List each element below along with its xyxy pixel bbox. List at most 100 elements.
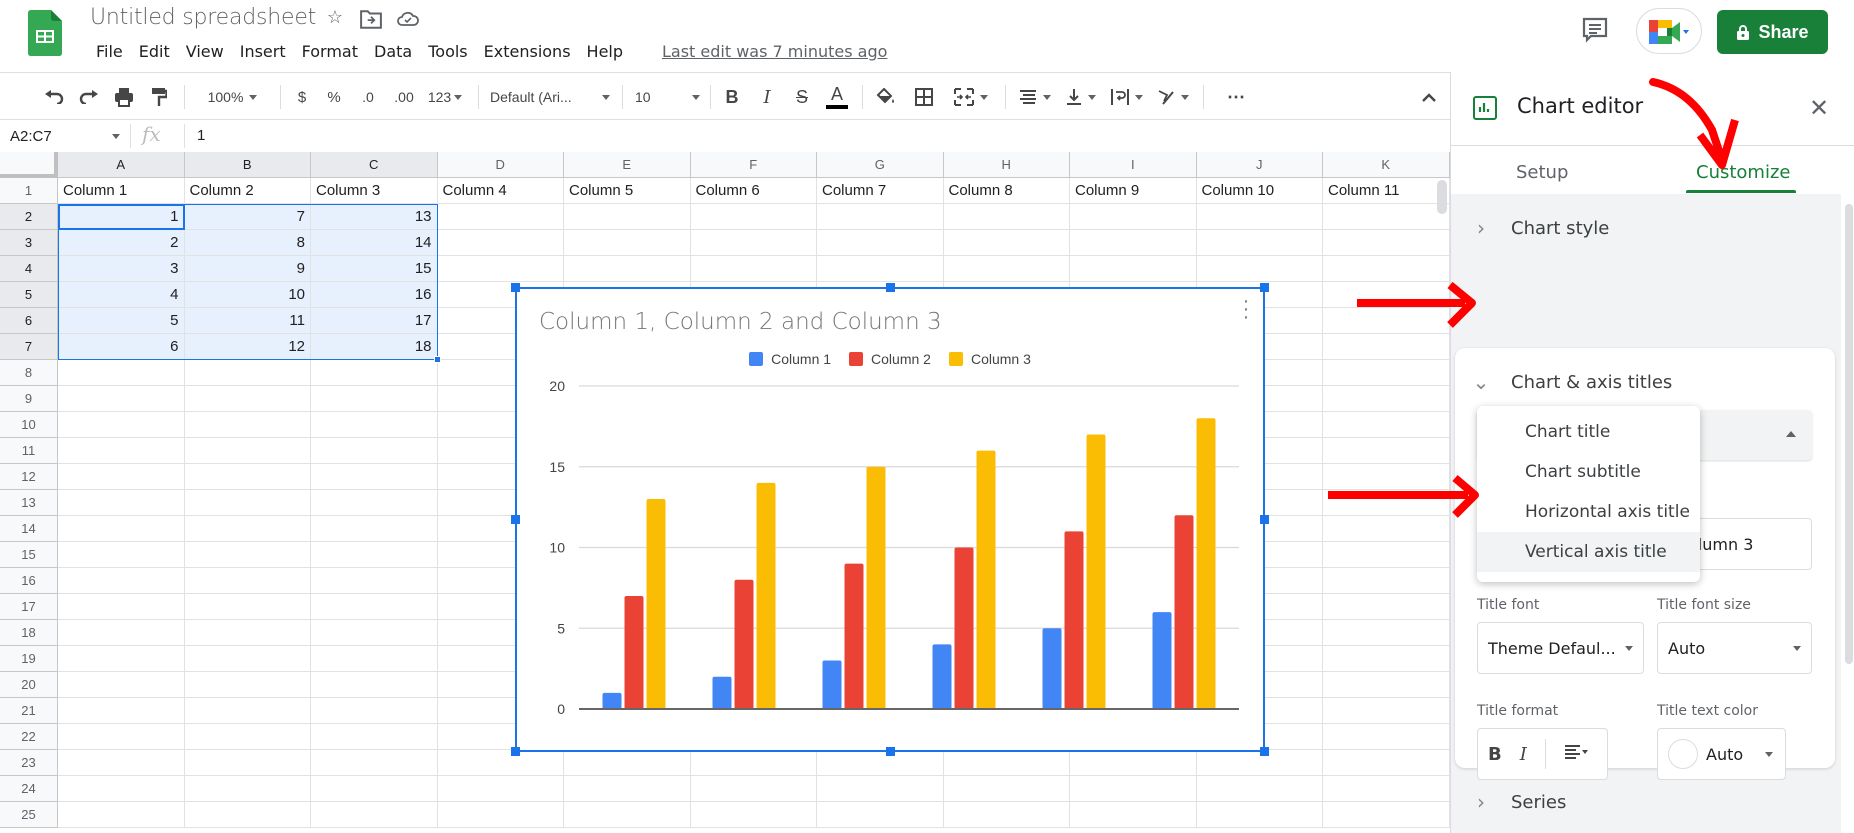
paint-format-icon[interactable] [145, 73, 173, 121]
resize-handle[interactable] [1260, 747, 1269, 756]
cell[interactable] [817, 750, 944, 776]
cell[interactable] [943, 776, 1070, 802]
cell[interactable] [58, 724, 185, 750]
cell[interactable] [1323, 646, 1450, 672]
cell[interactable] [58, 672, 185, 698]
percent-format-button[interactable]: % [322, 73, 346, 121]
row-header[interactable]: 4 [0, 256, 58, 282]
column-header[interactable]: H [943, 152, 1070, 178]
cell[interactable] [311, 724, 438, 750]
cell[interactable]: 3 [58, 256, 185, 282]
cell[interactable] [564, 230, 691, 256]
select-all-corner[interactable] [0, 152, 58, 178]
cell[interactable] [1323, 724, 1450, 750]
cell[interactable] [184, 490, 311, 516]
document-title[interactable]: Untitled spreadsheet [90, 5, 316, 30]
cell[interactable] [690, 750, 817, 776]
cell[interactable] [311, 646, 438, 672]
borders-icon[interactable] [910, 73, 938, 121]
menu-edit[interactable]: Edit [131, 40, 178, 63]
resize-handle[interactable] [511, 747, 520, 756]
row-header[interactable]: 14 [0, 516, 58, 542]
share-button[interactable]: Share [1717, 10, 1828, 54]
cell[interactable]: 16 [311, 282, 438, 308]
currency-format-button[interactable]: $ [290, 73, 314, 121]
column-header[interactable]: A [58, 152, 185, 178]
row-header[interactable]: 10 [0, 412, 58, 438]
cell[interactable] [311, 542, 438, 568]
merge-cells-icon[interactable] [948, 73, 994, 121]
cell[interactable] [184, 646, 311, 672]
column-header[interactable]: E [564, 152, 691, 178]
vertical-scrollbar[interactable] [1437, 180, 1447, 214]
cell[interactable] [311, 594, 438, 620]
cell[interactable] [58, 568, 185, 594]
cell[interactable] [1323, 412, 1450, 438]
cell[interactable] [1323, 568, 1450, 594]
cell[interactable] [58, 412, 185, 438]
zoom-select[interactable]: 100% [195, 73, 270, 121]
horizontal-align-icon[interactable] [1014, 73, 1056, 121]
cell[interactable]: 13 [311, 204, 438, 230]
cell[interactable] [564, 802, 691, 828]
cell[interactable] [564, 776, 691, 802]
chart-more-icon[interactable]: · · · [1241, 291, 1251, 327]
cell[interactable]: 14 [311, 230, 438, 256]
cell[interactable] [1323, 620, 1450, 646]
column-header[interactable]: C [311, 152, 438, 178]
title-align-icon[interactable] [1564, 744, 1588, 764]
bold-button[interactable]: B [718, 73, 746, 121]
cell[interactable] [311, 412, 438, 438]
tab-setup[interactable]: Setup [1516, 162, 1568, 183]
cloud-saved-icon[interactable] [397, 8, 419, 30]
cell[interactable] [1323, 542, 1450, 568]
formula-input[interactable]: 1 [197, 127, 205, 144]
menu-extensions[interactable]: Extensions [476, 40, 579, 63]
menu-view[interactable]: View [178, 40, 232, 63]
cell[interactable] [1196, 230, 1323, 256]
cell[interactable] [690, 776, 817, 802]
cell[interactable] [58, 360, 185, 386]
cell[interactable] [58, 620, 185, 646]
cell[interactable] [817, 204, 944, 230]
cell[interactable] [1323, 802, 1450, 828]
close-icon[interactable]: ✕ [1809, 94, 1829, 123]
cell[interactable] [943, 230, 1070, 256]
cell[interactable] [437, 750, 564, 776]
cell[interactable] [943, 802, 1070, 828]
menu-data[interactable]: Data [366, 40, 420, 63]
resize-handle[interactable] [886, 283, 895, 292]
cell[interactable] [311, 802, 438, 828]
title-font-size-select[interactable]: Auto [1657, 622, 1812, 674]
row-header[interactable]: 19 [0, 646, 58, 672]
cell[interactable] [1070, 802, 1197, 828]
cell[interactable] [943, 750, 1070, 776]
fill-handle[interactable] [433, 356, 441, 363]
title-italic-button[interactable]: I [1520, 744, 1527, 765]
cell[interactable]: 17 [311, 308, 438, 334]
cell[interactable]: Column 4 [437, 178, 564, 204]
font-family-select[interactable]: Default (Ari... [490, 73, 610, 121]
row-header[interactable]: 25 [0, 802, 58, 828]
row-header[interactable]: 16 [0, 568, 58, 594]
cell[interactable] [564, 256, 691, 282]
row-header[interactable]: 17 [0, 594, 58, 620]
cell[interactable]: Column 3 [311, 178, 438, 204]
resize-handle[interactable] [511, 283, 520, 292]
cell[interactable] [311, 672, 438, 698]
cell[interactable] [184, 568, 311, 594]
row-header[interactable]: 11 [0, 438, 58, 464]
chart-title[interactable]: Column 1, Column 2 and Column 3 [539, 309, 942, 335]
cell[interactable] [1070, 204, 1197, 230]
cell[interactable] [58, 698, 185, 724]
cell[interactable] [184, 438, 311, 464]
cell[interactable] [58, 490, 185, 516]
cell[interactable]: Column 11 [1323, 178, 1450, 204]
strikethrough-button[interactable]: S [788, 73, 816, 121]
sheets-logo-icon[interactable] [28, 10, 62, 56]
undo-icon[interactable] [40, 73, 68, 121]
row-header[interactable]: 23 [0, 750, 58, 776]
cell[interactable] [943, 256, 1070, 282]
cell[interactable] [184, 698, 311, 724]
cell[interactable]: Column 10 [1196, 178, 1323, 204]
